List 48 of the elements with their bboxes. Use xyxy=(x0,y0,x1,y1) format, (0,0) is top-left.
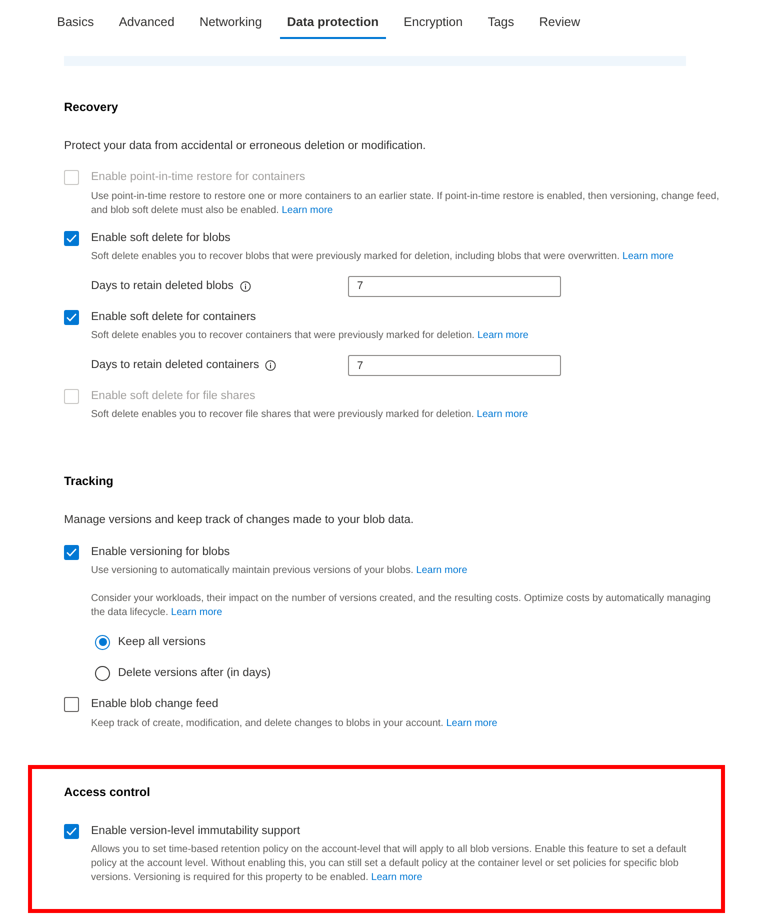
info-icon xyxy=(265,360,276,371)
radio-label: Delete versions after (in days) xyxy=(118,666,271,681)
checkbox-label: Enable blob change feed xyxy=(91,697,218,712)
checkbox[interactable] xyxy=(64,697,79,712)
checkbox-label: Enable soft delete for blobs xyxy=(91,230,230,246)
learn-more-link[interactable]: Learn more xyxy=(416,564,468,576)
help-text: Soft delete enables you to recover containers that were previously marked for deletion. Learn more xyxy=(91,329,530,343)
checkbox[interactable] xyxy=(64,230,79,246)
field-label: Days to retain deleted containers xyxy=(91,358,260,373)
learn-more-link[interactable]: Learn more xyxy=(622,250,674,262)
help-text: Consider your workloads, their impact on the number of versions created, and the resulting costs. Optimize costs by automatically managing the data lifecycle. Learn more xyxy=(91,592,712,620)
help-text: Use versioning to automatically maintain previous versions of your blobs. Learn more xyxy=(91,564,468,578)
tab[interactable]: Data protection xyxy=(280,12,386,39)
learn-more-link[interactable]: Learn more xyxy=(446,718,498,728)
checkbox-label: Enable soft delete for containers xyxy=(91,310,256,325)
checkbox[interactable] xyxy=(64,824,79,839)
section-description: Protect your data from accidental or erroneous deletion or modification. xyxy=(64,139,427,154)
help-text: Soft delete enables you to recover blobs that were previously marked for deletion, including blobs that were overwritten. Learn more xyxy=(91,250,675,264)
section-title: Recovery xyxy=(64,99,120,116)
tab[interactable]: Networking xyxy=(192,12,269,39)
section-description: Manage versions and keep track of changes made to your blob data. xyxy=(64,513,415,528)
tab[interactable]: Tags xyxy=(480,12,522,39)
learn-more-link[interactable]: Learn more xyxy=(477,330,528,341)
help-text: Soft delete enables you to recover file shares that were previously marked for deletion. Learn more xyxy=(91,408,529,422)
checkbox-label: Enable versioning for blobs xyxy=(91,544,230,560)
field-label: Days to retain deleted blobs xyxy=(91,278,234,294)
radio-label: Keep all versions xyxy=(118,634,206,650)
section-title: Tracking xyxy=(64,473,114,490)
tab[interactable]: Basics xyxy=(50,12,101,39)
tab[interactable]: Advanced xyxy=(112,12,182,39)
learn-more-link[interactable]: Learn more xyxy=(171,606,222,618)
learn-more-link[interactable]: Learn more xyxy=(371,872,422,883)
input-field[interactable]: 7 xyxy=(348,355,561,376)
help-text: Keep track of create, modification, and delete changes to blobs in your account. Learn more xyxy=(91,716,498,730)
info-icon xyxy=(240,280,251,292)
help-text: Allows you to set time-based retention policy on the account-level that will apply to all blob versions. Enable this feature to set a default policy at the account level. Without enabling this, you can still set a default policy at the container level or set policies for specific blob versions. Versioning is required for this property to be enabled. Learn more xyxy=(91,842,688,885)
radio-button[interactable] xyxy=(95,666,110,682)
checkbox-label: Enable version-level immutability support xyxy=(91,824,300,838)
section-title: Access control xyxy=(64,784,152,800)
tab[interactable]: Encryption xyxy=(396,12,470,39)
checkbox[interactable] xyxy=(64,310,79,325)
radio-button[interactable] xyxy=(95,634,110,650)
help-text: Use point-in-time restore to restore one or more containers to an earlier state. If point-in-time restore is enabled, then versioning, change feed, and blob soft delete must also be enabled. Learn more xyxy=(91,190,720,218)
tab[interactable]: Review xyxy=(532,12,588,39)
input-field[interactable]: 7 xyxy=(348,276,561,297)
checkbox-label: Enable point-in-time restore for containers xyxy=(91,170,306,186)
checkbox-label: Enable soft delete for file shares xyxy=(91,389,256,404)
checkbox[interactable] xyxy=(64,544,79,560)
